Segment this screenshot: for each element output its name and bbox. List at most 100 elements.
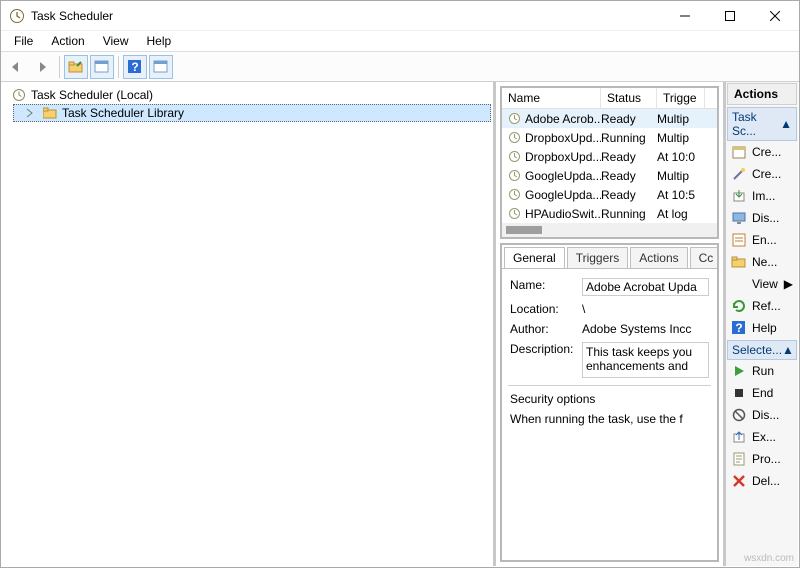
import-icon <box>731 188 747 204</box>
actions-header: Actions <box>727 83 797 105</box>
action-ne[interactable]: Ne... <box>727 251 797 273</box>
action-ex[interactable]: Ex... <box>727 426 797 448</box>
task-list: Name Status Trigge Adobe Acrob...ReadyMu… <box>500 86 719 239</box>
tab-conditions[interactable]: Cc <box>690 247 719 268</box>
clock-icon <box>506 206 522 222</box>
action-en[interactable]: En... <box>727 229 797 251</box>
hscrollbar[interactable] <box>502 223 717 237</box>
wand-icon <box>731 166 747 182</box>
tree-root[interactable]: Task Scheduler (Local) <box>3 86 491 104</box>
action-label: Dis... <box>752 211 779 225</box>
tree-pane: Task Scheduler (Local) Task Scheduler Li… <box>1 82 496 566</box>
security-options-text: When running the task, use the f <box>508 410 711 428</box>
back-button[interactable] <box>5 55 29 79</box>
action-cre[interactable]: Cre... <box>727 163 797 185</box>
center-pane: Name Status Trigge Adobe Acrob...ReadyMu… <box>496 82 726 566</box>
tab-actions[interactable]: Actions <box>630 247 687 268</box>
task-trigger: At log <box>657 207 705 221</box>
action-label: Dis... <box>752 408 779 422</box>
toolbar-folder-button[interactable] <box>64 55 88 79</box>
task-name: HPAudioSwit... <box>525 207 601 221</box>
task-row[interactable]: Adobe Acrob...ReadyMultip <box>502 109 717 128</box>
security-options-header: Security options <box>508 390 711 410</box>
task-status: Running <box>601 207 657 221</box>
minimize-button[interactable] <box>662 1 707 30</box>
action-help[interactable]: ? Help <box>727 317 797 339</box>
tab-triggers[interactable]: Triggers <box>567 247 629 268</box>
chevron-right-icon <box>22 105 38 121</box>
export-icon <box>731 429 747 445</box>
prop-name-value[interactable]: Adobe Acrobat Upda <box>582 278 709 296</box>
enable-icon <box>731 232 747 248</box>
toolbar-view1-button[interactable] <box>90 55 114 79</box>
action-pro[interactable]: Pro... <box>727 448 797 470</box>
task-row[interactable]: DropboxUpd...ReadyAt 10:0 <box>502 147 717 166</box>
task-status: Ready <box>601 188 657 202</box>
menu-file[interactable]: File <box>5 32 42 50</box>
task-row[interactable]: GoogleUpda...ReadyAt 10:5 <box>502 185 717 204</box>
task-trigger: At 10:5 <box>657 188 705 202</box>
action-im[interactable]: Im... <box>727 185 797 207</box>
calendar-icon <box>731 144 747 160</box>
tree-library[interactable]: Task Scheduler Library <box>13 104 491 122</box>
actions-pane: Actions Task Sc... ▲ Cre...Cre... Im... Di… <box>726 82 798 566</box>
clock-icon <box>506 130 522 146</box>
task-row[interactable]: HPAudioSwit...RunningAt log <box>502 204 717 223</box>
close-button[interactable] <box>752 1 797 30</box>
menu-help[interactable]: Help <box>138 32 181 50</box>
action-cre[interactable]: Cre... <box>727 141 797 163</box>
toolbar-help-button[interactable]: ? <box>123 55 147 79</box>
action-label: Pro... <box>752 452 781 466</box>
tab-general[interactable]: General <box>504 247 565 268</box>
action-del[interactable]: Del... <box>727 470 797 492</box>
task-trigger: Multip <box>657 169 705 183</box>
svg-text:?: ? <box>735 321 742 335</box>
maximize-button[interactable] <box>707 1 752 30</box>
folder-icon <box>731 254 747 270</box>
task-status: Ready <box>601 150 657 164</box>
col-name[interactable]: Name <box>502 88 601 108</box>
menu-action[interactable]: Action <box>42 32 93 50</box>
title-bar: Task Scheduler <box>1 1 799 31</box>
watermark: wsxdn.com <box>744 553 794 564</box>
prop-author-value: Adobe Systems Incc <box>582 322 709 336</box>
action-label: Help <box>752 321 777 335</box>
action-dis[interactable]: Dis... <box>727 404 797 426</box>
actions-section-library[interactable]: Task Sc... ▲ <box>727 107 797 141</box>
security-options: Security options When running the task, … <box>508 385 711 428</box>
task-name: GoogleUpda... <box>525 188 601 202</box>
action-run[interactable]: Run <box>727 360 797 382</box>
detail-tabs: General Triggers Actions Cc ‹ › <box>502 245 717 268</box>
help-icon: ? <box>731 320 747 336</box>
col-status[interactable]: Status <box>601 88 657 108</box>
action-end[interactable]: End <box>727 382 797 404</box>
clock-icon <box>506 168 522 184</box>
action-ref[interactable]: Ref... <box>727 295 797 317</box>
forward-button[interactable] <box>31 55 55 79</box>
prop-location-label: Location: <box>510 302 576 316</box>
none-icon <box>731 276 747 292</box>
collapse-icon: ▲ <box>782 343 794 357</box>
run-icon <box>731 363 747 379</box>
prop-description-label: Description: <box>510 342 576 378</box>
action-label: End <box>752 386 773 400</box>
action-label: Ex... <box>752 430 776 444</box>
actions-section-selected[interactable]: Selecte... ▲ <box>727 340 797 360</box>
action-label: Ref... <box>752 299 781 313</box>
menu-view[interactable]: View <box>94 32 138 50</box>
task-row[interactable]: DropboxUpd...RunningMultip <box>502 128 717 147</box>
col-trigger[interactable]: Trigge <box>657 88 705 108</box>
action-dis[interactable]: Dis... <box>727 207 797 229</box>
toolbar-view2-button[interactable] <box>149 55 173 79</box>
prop-description-value[interactable]: This task keeps you enhancements and <box>582 342 709 378</box>
window-title: Task Scheduler <box>31 9 113 23</box>
folder-icon <box>42 105 58 121</box>
action-label: Run <box>752 364 774 378</box>
clock-icon <box>506 111 522 127</box>
task-row[interactable]: GoogleUpda...ReadyMultip <box>502 166 717 185</box>
action-view[interactable]: View▶ <box>727 273 797 295</box>
action-label: View <box>752 277 778 291</box>
clock-icon <box>506 187 522 203</box>
task-list-header: Name Status Trigge <box>502 88 717 109</box>
action-label: Im... <box>752 189 775 203</box>
